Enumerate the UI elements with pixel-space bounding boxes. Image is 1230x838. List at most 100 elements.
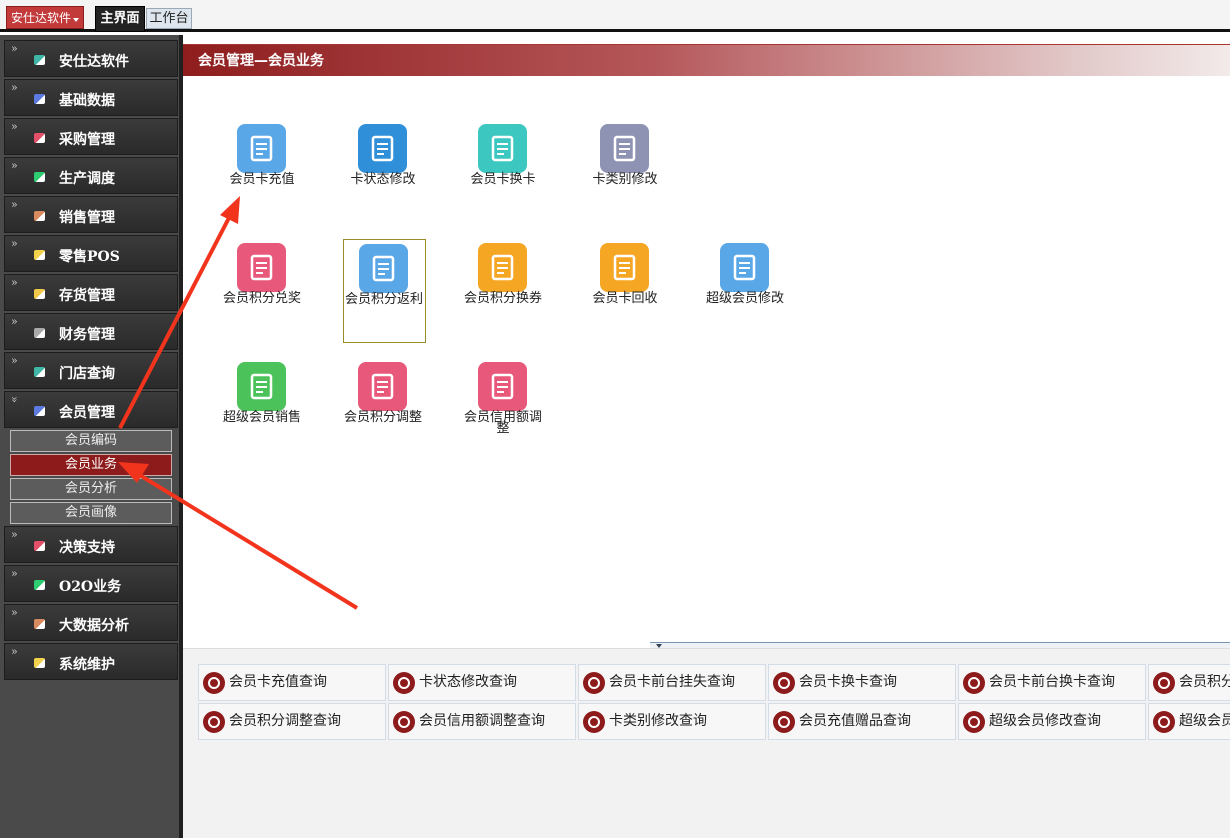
heart-icon <box>963 711 985 733</box>
tile-credit-adjust[interactable]: 会员信用额调整 <box>463 362 543 462</box>
sidebar-item-bigdata[interactable]: » 大数据分析 <box>4 604 178 641</box>
sidebar-item-decision[interactable]: » 决策支持 <box>4 526 178 563</box>
quick-query-button[interactable]: 卡状态修改查询 <box>388 664 576 701</box>
share-icon <box>963 672 985 694</box>
chevron-right-icon: » <box>11 237 18 250</box>
sidebar-item-label: 系统维护 <box>59 657 115 673</box>
quick-query-button[interactable]: 超级会员 <box>1148 703 1230 740</box>
sales-icon <box>34 211 45 221</box>
quick-query-label: 会员充值赠品查询 <box>799 713 911 729</box>
tile-points-adjust[interactable]: 会员积分调整 <box>343 362 423 462</box>
sidebar-item-member[interactable]: » 会员管理 <box>4 391 178 428</box>
sidebar-item-inventory[interactable]: » 存货管理 <box>4 274 178 311</box>
sidebar-item-purchase[interactable]: » 采购管理 <box>4 118 178 155</box>
system-icon <box>34 658 45 668</box>
chevron-right-icon: » <box>11 528 18 541</box>
chevron-right-icon: » <box>11 198 18 211</box>
quick-query-button[interactable]: 会员卡前台换卡查询 <box>958 664 1146 701</box>
sidebar-item-store[interactable]: » 门店查询 <box>4 352 178 389</box>
tab-workbench[interactable]: 工作台 <box>146 8 192 29</box>
quick-query-button[interactable]: 会员卡前台挂失查询 <box>578 664 766 701</box>
brand-dropdown[interactable]: 安仕达软件 <box>6 6 84 29</box>
tile-label: 会员卡回收 <box>592 291 658 306</box>
pie-icon <box>773 672 795 694</box>
tile-label: 会员卡充值 <box>229 172 295 187</box>
sidebar-item-app[interactable]: » 安仕达软件 <box>4 40 178 77</box>
quick-query-button[interactable]: 会员充值赠品查询 <box>768 703 956 740</box>
bar-chart-icon <box>583 672 605 694</box>
tile-label: 会员积分返利 <box>344 292 423 307</box>
quick-query-label: 卡状态修改查询 <box>419 674 517 690</box>
sidebar-item-label: 安仕达软件 <box>59 54 129 70</box>
quick-query-label: 会员积分调整查询 <box>229 713 341 729</box>
production-icon <box>34 172 45 182</box>
tile-card-recharge[interactable]: 会员卡充值 <box>222 124 302 224</box>
quick-query-button[interactable]: 会员信用额调整查询 <box>388 703 576 740</box>
chevron-right-icon: » <box>11 42 18 55</box>
quick-query-button[interactable]: 会员卡换卡查询 <box>768 664 956 701</box>
sidebar-item-label: 决策支持 <box>59 540 115 556</box>
card-type-icon <box>600 124 649 173</box>
sidebar-item-pos[interactable]: » 零售POS <box>4 235 178 272</box>
quick-query-label: 会员卡前台换卡查询 <box>989 674 1115 690</box>
sidebar-item-sales[interactable]: » 销售管理 <box>4 196 178 233</box>
tile-super-sale[interactable]: 超级会员销售 <box>222 362 302 462</box>
tile-gift[interactable]: 会员积分兑奖 <box>222 243 302 343</box>
sidebar-subitem[interactable]: 会员编码 <box>10 430 172 452</box>
page-title: 会员管理—会员业务 <box>183 44 1230 76</box>
gift-icon <box>237 243 286 292</box>
sidebar-item-o2o[interactable]: » O2O业务 <box>4 565 178 602</box>
layers-icon <box>393 672 415 694</box>
tab-main[interactable]: 主界面 <box>95 6 145 32</box>
o2o-icon <box>34 580 45 590</box>
card-change-icon <box>478 124 527 173</box>
sidebar: » 安仕达软件 » 基础数据 » 采购管理 » 生产调度 » 销售管理 » 零售POS » 存货管理 » 财务… <box>0 35 183 838</box>
chevron-right-icon: » <box>11 354 18 367</box>
sidebar-item-label: 会员管理 <box>59 405 115 421</box>
sidebar-item-production[interactable]: » 生产调度 <box>4 157 178 194</box>
card-status-icon <box>358 124 407 173</box>
rebate-icon <box>359 244 408 293</box>
quick-query-label: 会员卡换卡查询 <box>799 674 897 690</box>
quick-query-button[interactable]: 超级会员修改查询 <box>958 703 1146 740</box>
quick-query-panel: 会员卡充值查询 卡状态修改查询 会员卡前台挂失查询 会员卡换卡查询 会员卡前台换卡查询会… <box>183 648 1230 838</box>
chevron-right-icon: » <box>11 120 18 133</box>
sidebar-subitem[interactable]: 会员分析 <box>10 478 172 500</box>
points-adjust-icon <box>358 362 407 411</box>
quick-query-button[interactable]: 卡类别修改查询 <box>578 703 766 740</box>
bigdata-icon <box>34 619 45 629</box>
tile-rebate[interactable]: 会员积分返利 <box>343 239 426 343</box>
top-bar: 安仕达软件 主界面 工作台 <box>0 0 1230 32</box>
tile-label: 卡状态修改 <box>350 172 416 187</box>
sidebar-subitem[interactable]: 会员业务 <box>10 454 172 476</box>
chat-icon <box>1153 672 1175 694</box>
tile-card-type[interactable]: 卡类别修改 <box>585 124 665 224</box>
sidebar-item-database[interactable]: » 基础数据 <box>4 79 178 116</box>
chevron-right-icon: » <box>11 567 18 580</box>
app-root: 安仕达软件 主界面 工作台 » 安仕达软件 » 基础数据 » 采购管理 » 生产调度 » 销售管理… <box>0 0 1230 838</box>
quick-query-label: 会员卡充值查询 <box>229 674 327 690</box>
tile-card-status[interactable]: 卡状态修改 <box>343 124 423 224</box>
database-icon <box>34 94 45 104</box>
store-icon <box>34 367 45 377</box>
tile-coupon[interactable]: 会员积分换券 <box>463 243 543 343</box>
sidebar-item-system[interactable]: » 系统维护 <box>4 643 178 680</box>
tile-super-edit[interactable]: 超级会员修改 <box>705 243 785 343</box>
quick-query-label: 会员积分 <box>1179 674 1230 690</box>
quick-query-button[interactable]: 会员积分 <box>1148 664 1230 701</box>
tile-card-recycle[interactable]: 会员卡回收 <box>585 243 665 343</box>
tile-card-change[interactable]: 会员卡换卡 <box>463 124 543 224</box>
chevron-down-icon: » <box>7 396 21 403</box>
app-icon <box>34 55 45 65</box>
sidebar-item-finance[interactable]: » 财务管理 <box>4 313 178 350</box>
tile-label: 会员卡换卡 <box>470 172 536 187</box>
quick-query-button[interactable]: 会员积分调整查询 <box>198 703 386 740</box>
sidebar-item-label: 存货管理 <box>59 288 115 304</box>
sidebar-subitem[interactable]: 会员画像 <box>10 502 172 524</box>
sidebar-item-label: 销售管理 <box>59 210 115 226</box>
decision-icon <box>34 541 45 551</box>
quick-query-label: 卡类别修改查询 <box>609 713 707 729</box>
x-icon <box>773 711 795 733</box>
quick-query-button[interactable]: 会员卡充值查询 <box>198 664 386 701</box>
tile-label: 卡类别修改 <box>592 172 658 187</box>
